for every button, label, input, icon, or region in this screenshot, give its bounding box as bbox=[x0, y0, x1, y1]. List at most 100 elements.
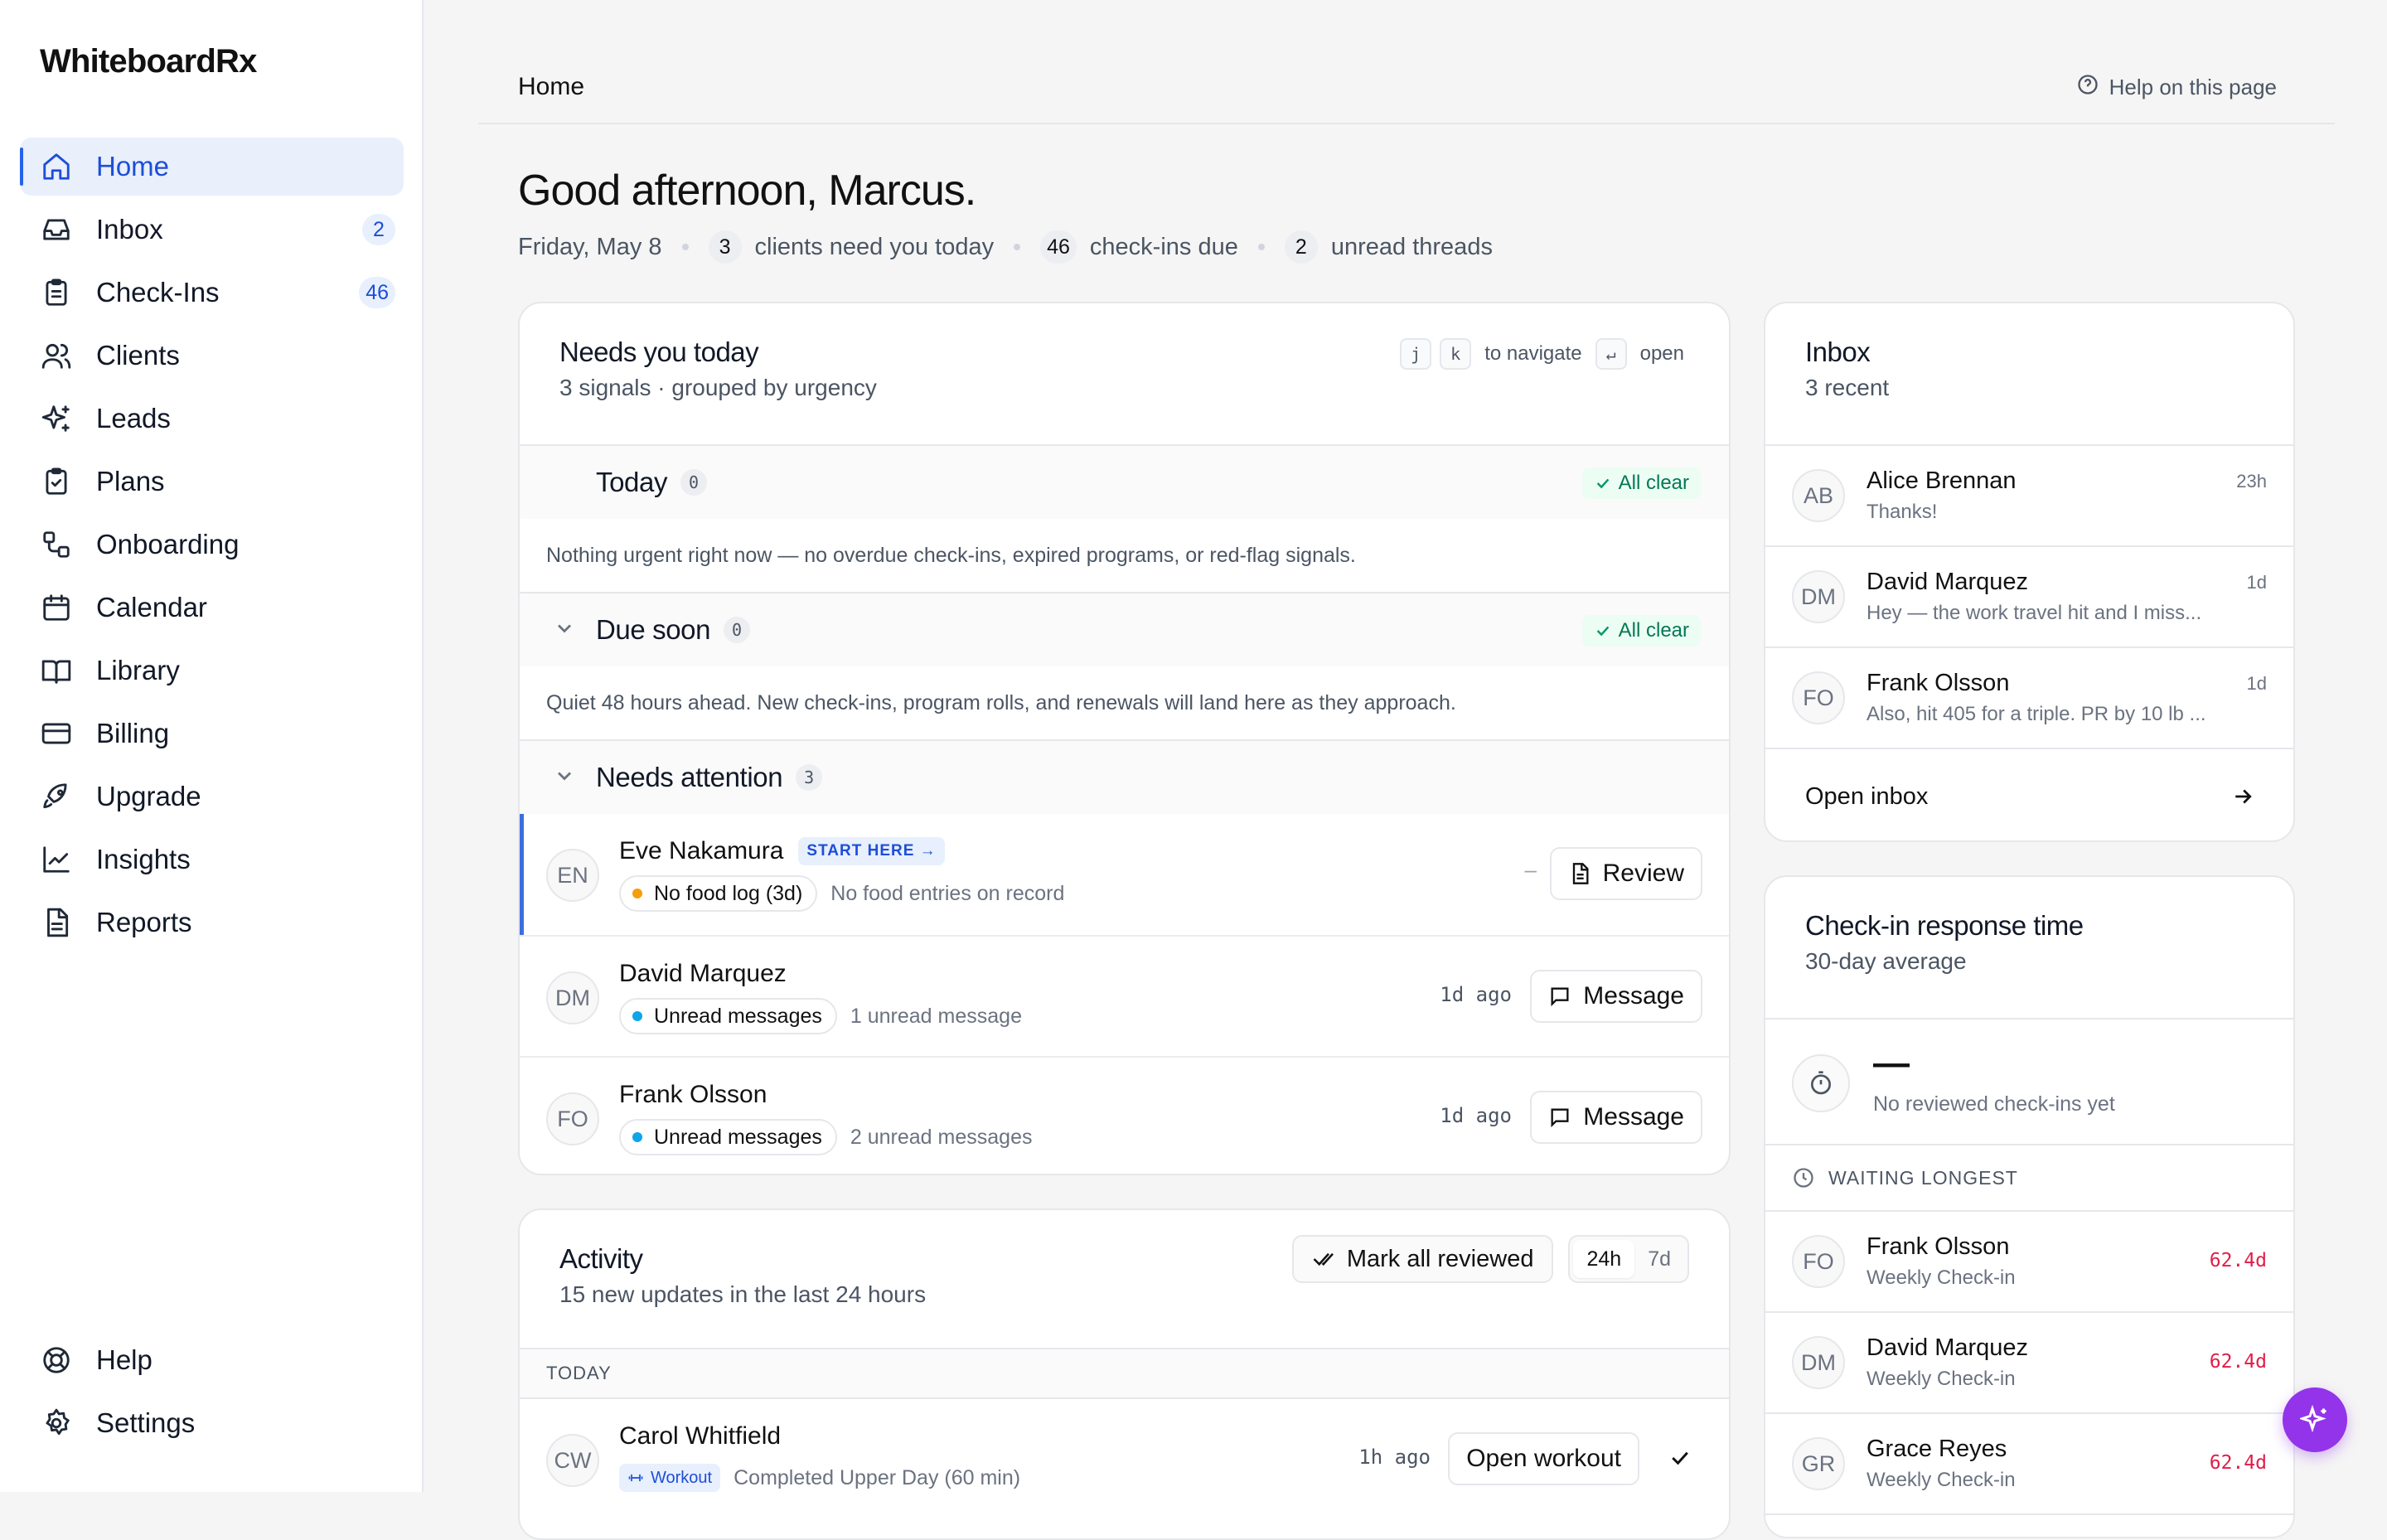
check-icon bbox=[1596, 478, 1609, 489]
workflow-icon bbox=[40, 528, 73, 561]
sidebar-item-check-ins[interactable]: Check-Ins 46 bbox=[20, 264, 404, 322]
card-header: Activity 15 new updates in the last 24 h… bbox=[520, 1210, 1729, 1349]
group-spacer bbox=[553, 469, 579, 496]
sidebar-item-label: Leads bbox=[96, 403, 171, 433]
sidebar-item-settings[interactable]: Settings bbox=[20, 1394, 404, 1452]
inbox-message[interactable]: DM David Marquez Hey — the work travel h… bbox=[1765, 547, 2293, 648]
users-icon bbox=[40, 339, 73, 372]
all-clear-badge: All clear bbox=[1581, 467, 1701, 499]
greeting-summary: Friday, May 8 3 clients need you today 4… bbox=[518, 230, 1493, 264]
open-workout-button[interactable]: Open workout bbox=[1448, 1432, 1639, 1485]
mark-all-reviewed-button[interactable]: Mark all reviewed bbox=[1291, 1235, 1554, 1283]
group-note: Nothing urgent right now — no overdue ch… bbox=[520, 519, 1729, 593]
clock-icon bbox=[1794, 1168, 1813, 1188]
sidebar-item-label: Insights bbox=[96, 844, 191, 874]
check-in-type: Weekly Check-in bbox=[1867, 1266, 2016, 1289]
help-link[interactable]: Help on this page bbox=[2076, 73, 2277, 102]
key-enter: ↵ bbox=[1595, 338, 1627, 370]
sidebar-item-reports[interactable]: Reports bbox=[20, 893, 404, 952]
group-count: 0 bbox=[680, 469, 708, 496]
sidebar-item-home[interactable]: Home bbox=[20, 138, 404, 196]
sidebar-item-label: Onboarding bbox=[96, 529, 240, 559]
card-title: Inbox bbox=[1805, 337, 1871, 367]
message-square-icon bbox=[1551, 1108, 1569, 1128]
sidebar-item-inbox[interactable]: Inbox 2 bbox=[20, 201, 404, 259]
activity-card: Activity 15 new updates in the last 24 h… bbox=[518, 1208, 1731, 1540]
avatar: DM bbox=[546, 971, 599, 1024]
activity-row[interactable]: CW Carol Whitfield Workout Completed Upp… bbox=[520, 1399, 1729, 1520]
waiting-time: 62.4d bbox=[2209, 1452, 2267, 1474]
message-preview: Also, hit 405 for a triple. PR by 10 lb … bbox=[1867, 703, 2206, 725]
sidebar: WhiteboardRx Home Inbox 2 Check-Ins 46 C… bbox=[0, 0, 424, 1492]
group-due-soon[interactable]: Due soon 0 All clear bbox=[520, 593, 1729, 666]
sidebar-item-upgrade[interactable]: Upgrade bbox=[20, 768, 404, 826]
range-24h[interactable]: 24h bbox=[1573, 1240, 1635, 1278]
button-label: Open workout bbox=[1466, 1445, 1621, 1472]
review-button[interactable]: Review bbox=[1549, 847, 1702, 900]
time-range-toggle: 24h 7d bbox=[1568, 1235, 1689, 1283]
inbox-message[interactable]: FO Frank Olsson Also, hit 405 for a trip… bbox=[1765, 648, 2293, 749]
avatar: DM bbox=[1792, 1336, 1845, 1389]
signal-chip: Unread messages bbox=[619, 1119, 837, 1155]
waiting-longest-label: WAITING LONGEST bbox=[1765, 1145, 2293, 1212]
sidebar-item-help[interactable]: Help bbox=[20, 1331, 404, 1389]
card-subtitle: 3 recent bbox=[1805, 375, 1890, 400]
sidebar-item-label: Reports bbox=[96, 907, 192, 937]
status-dot bbox=[632, 1011, 642, 1021]
signal-row[interactable]: FO Frank Olsson Unread messages 2 unread… bbox=[520, 1056, 1729, 1174]
sidebar-item-clients[interactable]: Clients bbox=[20, 327, 404, 385]
range-7d[interactable]: 7d bbox=[1634, 1240, 1684, 1278]
sidebar-nav: Home Inbox 2 Check-Ins 46 Clients Leads … bbox=[20, 138, 404, 956]
waiting-item[interactable]: FO Frank Olsson Weekly Check-in 62.4d bbox=[1765, 1212, 2293, 1313]
separator-dot bbox=[1014, 244, 1021, 250]
brand-logo[interactable]: WhiteboardRx bbox=[40, 43, 257, 80]
activity-detail: Completed Upper Day (60 min) bbox=[734, 1465, 1021, 1489]
sidebar-item-calendar[interactable]: Calendar bbox=[20, 579, 404, 637]
button-label: Message bbox=[1583, 982, 1684, 1010]
sidebar-item-onboarding[interactable]: Onboarding bbox=[20, 516, 404, 574]
current-date: Friday, May 8 bbox=[518, 233, 662, 260]
assistant-fab-button[interactable] bbox=[2283, 1387, 2347, 1452]
inbox-count-badge: 2 bbox=[362, 214, 395, 245]
home-icon bbox=[40, 150, 73, 183]
chip-label: Unread messages bbox=[654, 1004, 822, 1028]
signal-row[interactable]: EN Eve Nakamura START HERE → No food log… bbox=[520, 814, 1729, 935]
sidebar-item-leads[interactable]: Leads bbox=[20, 390, 404, 448]
message-preview: Hey — the work travel hit and I miss... bbox=[1867, 602, 2202, 624]
message-time: 1d bbox=[2246, 572, 2267, 593]
sidebar-item-label: Inbox bbox=[96, 214, 163, 245]
sidebar-item-library[interactable]: Library bbox=[20, 642, 404, 700]
waiting-item[interactable]: DM David Marquez Weekly Check-in 62.4d bbox=[1765, 1313, 2293, 1414]
help-circle-icon bbox=[2076, 73, 2099, 102]
client-name: Frank Olsson bbox=[619, 1081, 767, 1109]
check-in-type: Weekly Check-in bbox=[1867, 1368, 2016, 1390]
rocket-icon bbox=[40, 780, 73, 813]
open-inbox-link[interactable]: Open inbox bbox=[1765, 749, 2293, 840]
arrow-right-icon bbox=[2235, 789, 2252, 804]
signal-detail: 2 unread messages bbox=[850, 1125, 1033, 1149]
calendar-icon bbox=[40, 591, 73, 624]
message-button[interactable]: Message bbox=[1530, 970, 1702, 1023]
chevron-down-icon[interactable] bbox=[553, 764, 579, 791]
client-name: Eve Nakamura START HERE → bbox=[619, 837, 945, 865]
chevron-down-icon[interactable] bbox=[553, 617, 579, 643]
check-icon[interactable] bbox=[1668, 1446, 1692, 1470]
waiting-item[interactable]: GR Grace Reyes Weekly Check-in 62.4d bbox=[1765, 1414, 2293, 1515]
client-name-text: Eve Nakamura bbox=[619, 837, 784, 864]
signal-chip: No food log (3d) bbox=[619, 875, 818, 912]
client-name: Grace Reyes bbox=[1867, 1436, 2007, 1462]
waiting-time: 62.4d bbox=[2209, 1250, 2267, 1271]
sidebar-item-plans[interactable]: Plans bbox=[20, 453, 404, 511]
sidebar-item-billing[interactable]: Billing bbox=[20, 705, 404, 763]
message-button[interactable]: Message bbox=[1530, 1091, 1702, 1144]
sidebar-item-label: Settings bbox=[96, 1407, 196, 1438]
hint-text: open bbox=[1639, 342, 1684, 365]
client-name-text: Carol Whitfield bbox=[619, 1422, 782, 1450]
sidebar-item-insights[interactable]: Insights bbox=[20, 831, 404, 889]
group-title: Due soon bbox=[596, 614, 711, 645]
message-time: 1d bbox=[2246, 673, 2267, 694]
inbox-message[interactable]: AB Alice Brennan Thanks! 23h bbox=[1765, 446, 2293, 547]
signal-row[interactable]: DM David Marquez Unread messages 1 unrea… bbox=[520, 935, 1729, 1056]
group-today[interactable]: Today 0 All clear bbox=[520, 446, 1729, 519]
group-needs-attention[interactable]: Needs attention 3 bbox=[520, 741, 1729, 814]
